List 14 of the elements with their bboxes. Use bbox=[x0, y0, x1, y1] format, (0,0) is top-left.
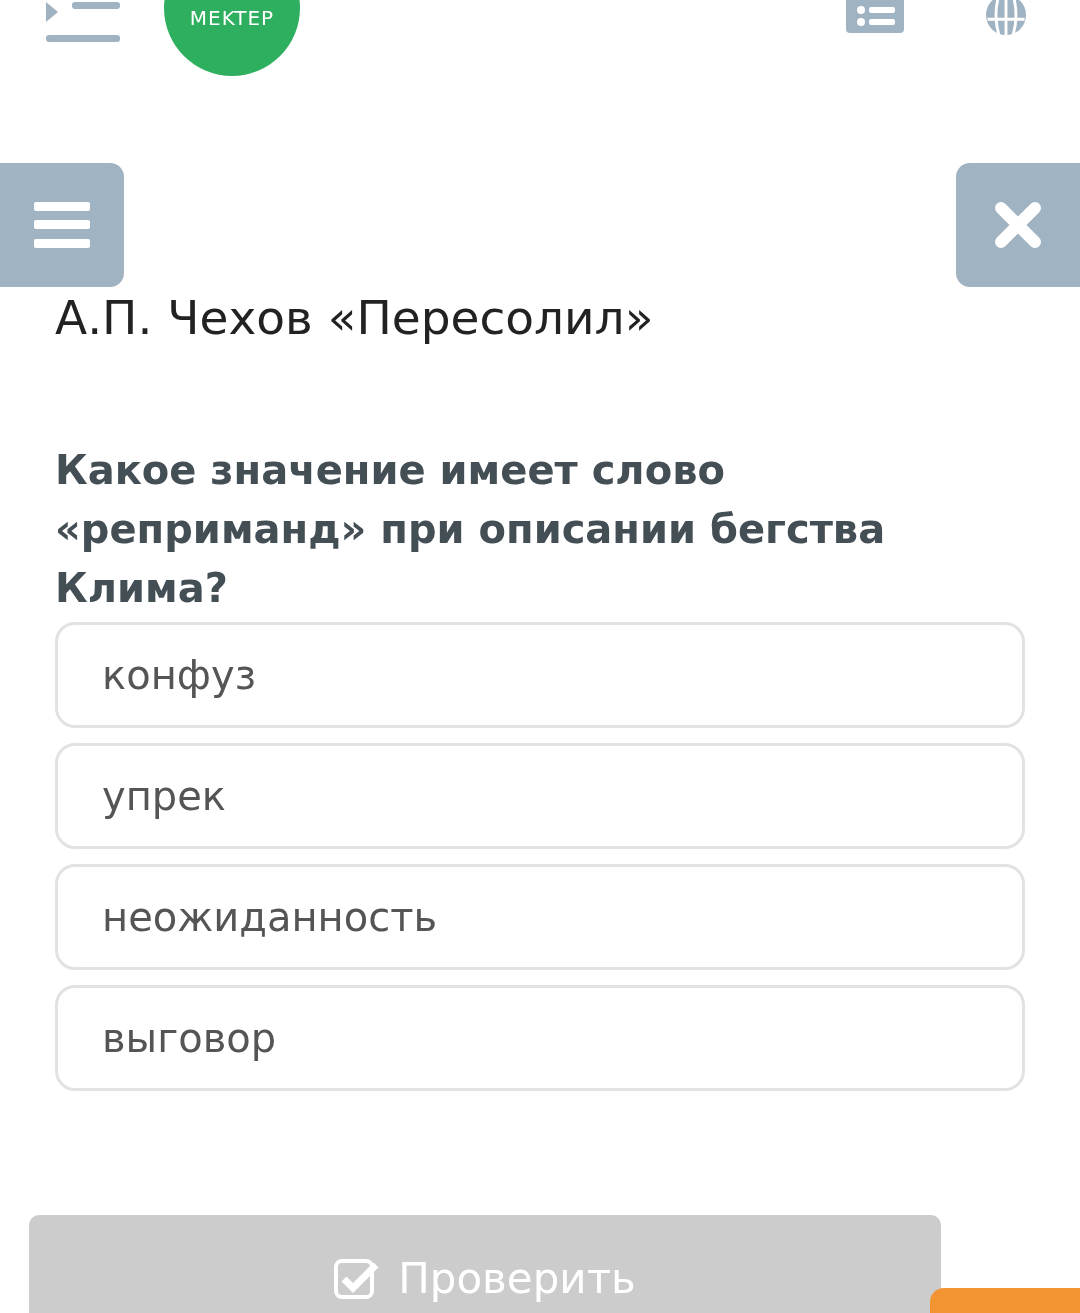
page-title: А.П. Чехов «Пересолил» bbox=[55, 289, 655, 347]
menu-button[interactable] bbox=[0, 163, 124, 287]
checkbox-icon bbox=[334, 1258, 381, 1299]
menu-icon[interactable] bbox=[46, 2, 120, 42]
answer-option[interactable]: упрек bbox=[55, 743, 1025, 849]
logo-text: MEKTEP bbox=[189, 6, 275, 30]
list-icon[interactable] bbox=[846, 0, 904, 33]
close-icon bbox=[995, 202, 1041, 248]
close-button[interactable] bbox=[956, 163, 1080, 287]
answer-option[interactable]: конфуз bbox=[55, 622, 1025, 728]
question-text: Какое значение имеет слово «реприманд» при описании бегства Клима? bbox=[55, 446, 887, 613]
answer-option[interactable]: выговор bbox=[55, 985, 1025, 1091]
menu-icon bbox=[34, 202, 90, 248]
answer-option[interactable]: неожиданность bbox=[55, 864, 1025, 970]
